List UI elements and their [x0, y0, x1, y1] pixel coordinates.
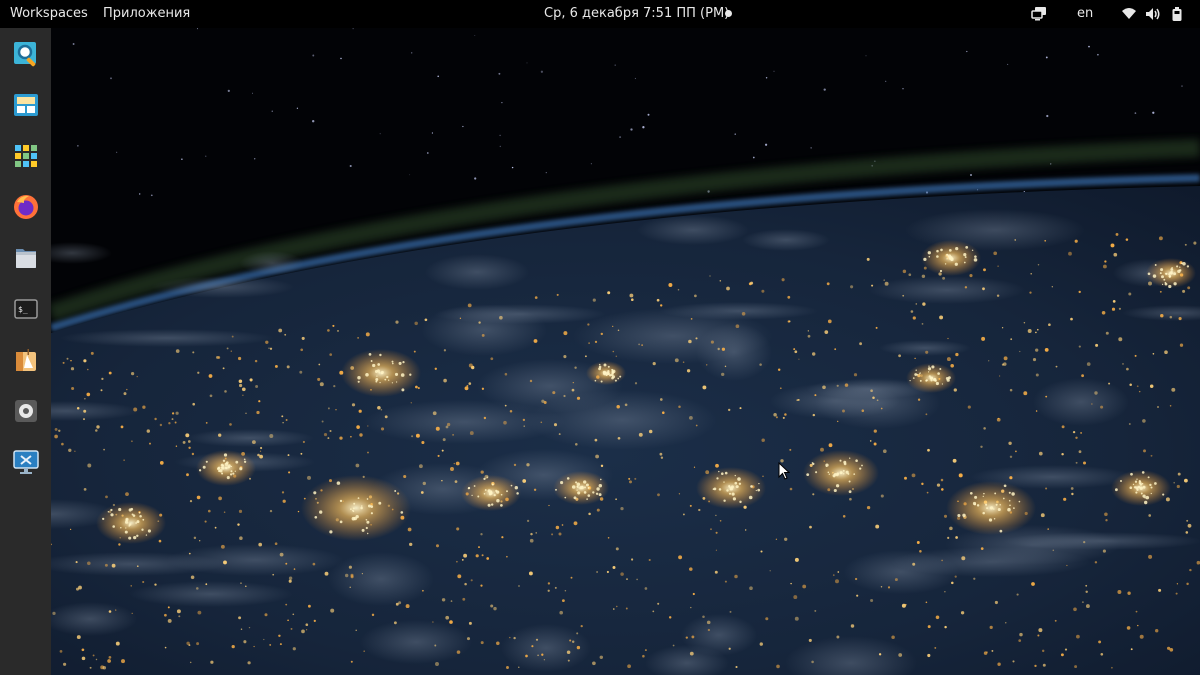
top-panel: Workspaces Приложения Ср, 6 декабря 7:51… — [0, 0, 1200, 28]
dock: $_ — [0, 28, 51, 675]
desktop-wallpaper — [51, 28, 1200, 675]
installer-icon[interactable] — [12, 346, 40, 374]
search-app-icon[interactable] — [12, 40, 40, 68]
firefox-icon[interactable] — [12, 193, 40, 221]
workspace-view-icon[interactable] — [12, 91, 40, 119]
app-grid-icon[interactable] — [12, 142, 40, 170]
screen-share-icon[interactable] — [1031, 6, 1047, 22]
svg-text:$_: $_ — [18, 305, 28, 314]
workspaces-button[interactable]: Workspaces — [10, 0, 88, 28]
settings-icon[interactable] — [12, 397, 40, 425]
mouse-cursor-icon — [778, 462, 790, 480]
keyboard-layout-indicator[interactable]: en — [1077, 0, 1093, 28]
files-icon[interactable] — [12, 244, 40, 272]
notification-dot-icon[interactable] — [725, 10, 732, 17]
battery-icon[interactable] — [1169, 6, 1185, 22]
clock[interactable]: Ср, 6 декабря 7:51 ПП (PM) — [544, 0, 729, 28]
volume-icon[interactable] — [1145, 6, 1161, 22]
remote-desktop-icon[interactable] — [12, 448, 40, 476]
wifi-icon[interactable] — [1121, 6, 1137, 22]
applications-menu[interactable]: Приложения — [103, 0, 190, 28]
terminal-icon[interactable]: $_ — [12, 295, 40, 323]
